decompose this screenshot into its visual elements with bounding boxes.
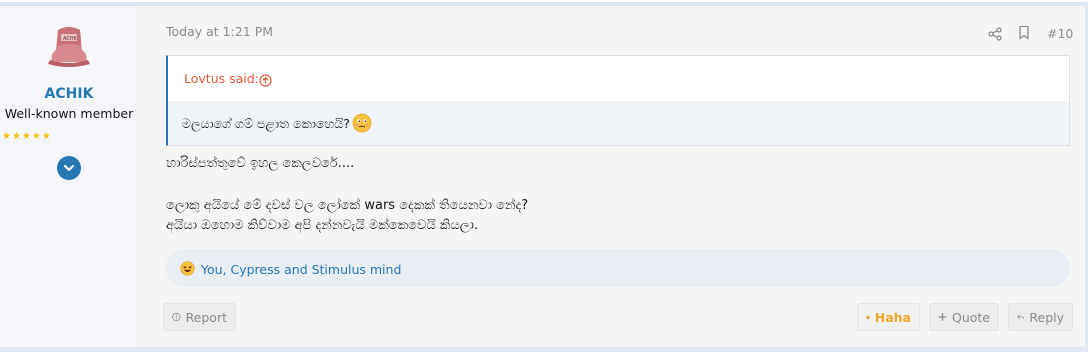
report-label: Report: [185, 309, 227, 325]
reply-arrow-icon: [1017, 314, 1025, 320]
quote-author-link[interactable]: Lovtus said:: [184, 71, 259, 86]
message-line-2: ලොකු අයියේ මේ දවස් වල ලෝකේ wars දෙකක් ති…: [166, 198, 529, 213]
quote-button[interactable]: Quote: [929, 303, 999, 331]
message-line-1: හාරිස්පත්තුවේ ඉහල කෙලවරේ....: [166, 156, 355, 171]
user-cell: ACHK ACHIK Well-known member ★★★★★: [0, 6, 138, 347]
reply-button[interactable]: Reply: [1008, 303, 1073, 331]
haha-reaction-button[interactable]: Haha: [857, 303, 920, 331]
post-bottom-border: [0, 347, 1088, 352]
expand-user-info-button[interactable]: [57, 156, 81, 180]
laughing-emoji-icon: [180, 261, 195, 280]
post-timestamp[interactable]: Today at 1:21 PM: [166, 24, 273, 39]
chevron-down-icon: [63, 164, 75, 172]
quote-content: මලයාගේ ගම් පළාත කොහෙයි?: [168, 101, 1069, 145]
haha-label: Haha: [874, 309, 911, 325]
post-container: ACHK ACHIK Well-known member ★★★★★ Today…: [0, 0, 1088, 354]
report-button[interactable]: Report: [163, 303, 236, 331]
username-link[interactable]: ACHIK: [0, 86, 138, 102]
quote-text: මලයාගේ ගම් පළාත කොහෙයි?: [182, 116, 350, 131]
laughing-emoji-icon: [866, 315, 870, 319]
svg-text:ACHK: ACHK: [63, 36, 78, 42]
reactions-bar[interactable]: You, Cypress and Stimulus mind: [166, 249, 1070, 287]
quote-header: Lovtus said:: [168, 56, 1069, 101]
reply-label: Reply: [1029, 309, 1064, 325]
user-title: Well-known member: [4, 106, 134, 121]
user-rating-stars: ★★★★★: [2, 131, 52, 142]
arrow-up-circle-icon[interactable]: [259, 72, 272, 91]
post-number-link[interactable]: #10: [1047, 26, 1073, 41]
plus-icon: [938, 313, 947, 321]
user-avatar[interactable]: ACHK: [44, 20, 94, 70]
bookmark-icon[interactable]: [1018, 25, 1030, 44]
thinking-emoji-icon: [352, 113, 372, 137]
share-icon[interactable]: [988, 26, 1002, 45]
quote-block: Lovtus said: මලයාගේ ගම් පළාත කොහෙයි?: [166, 55, 1070, 146]
reactions-summary-link[interactable]: You, Cypress and Stimulus mind: [201, 262, 401, 277]
report-icon: [172, 312, 181, 322]
quote-label: Quote: [951, 309, 990, 325]
message-line-3: අයියා ඔහොම කිව්වාම අපි දන්නවැයි මක්කෙවෙය…: [166, 218, 479, 233]
